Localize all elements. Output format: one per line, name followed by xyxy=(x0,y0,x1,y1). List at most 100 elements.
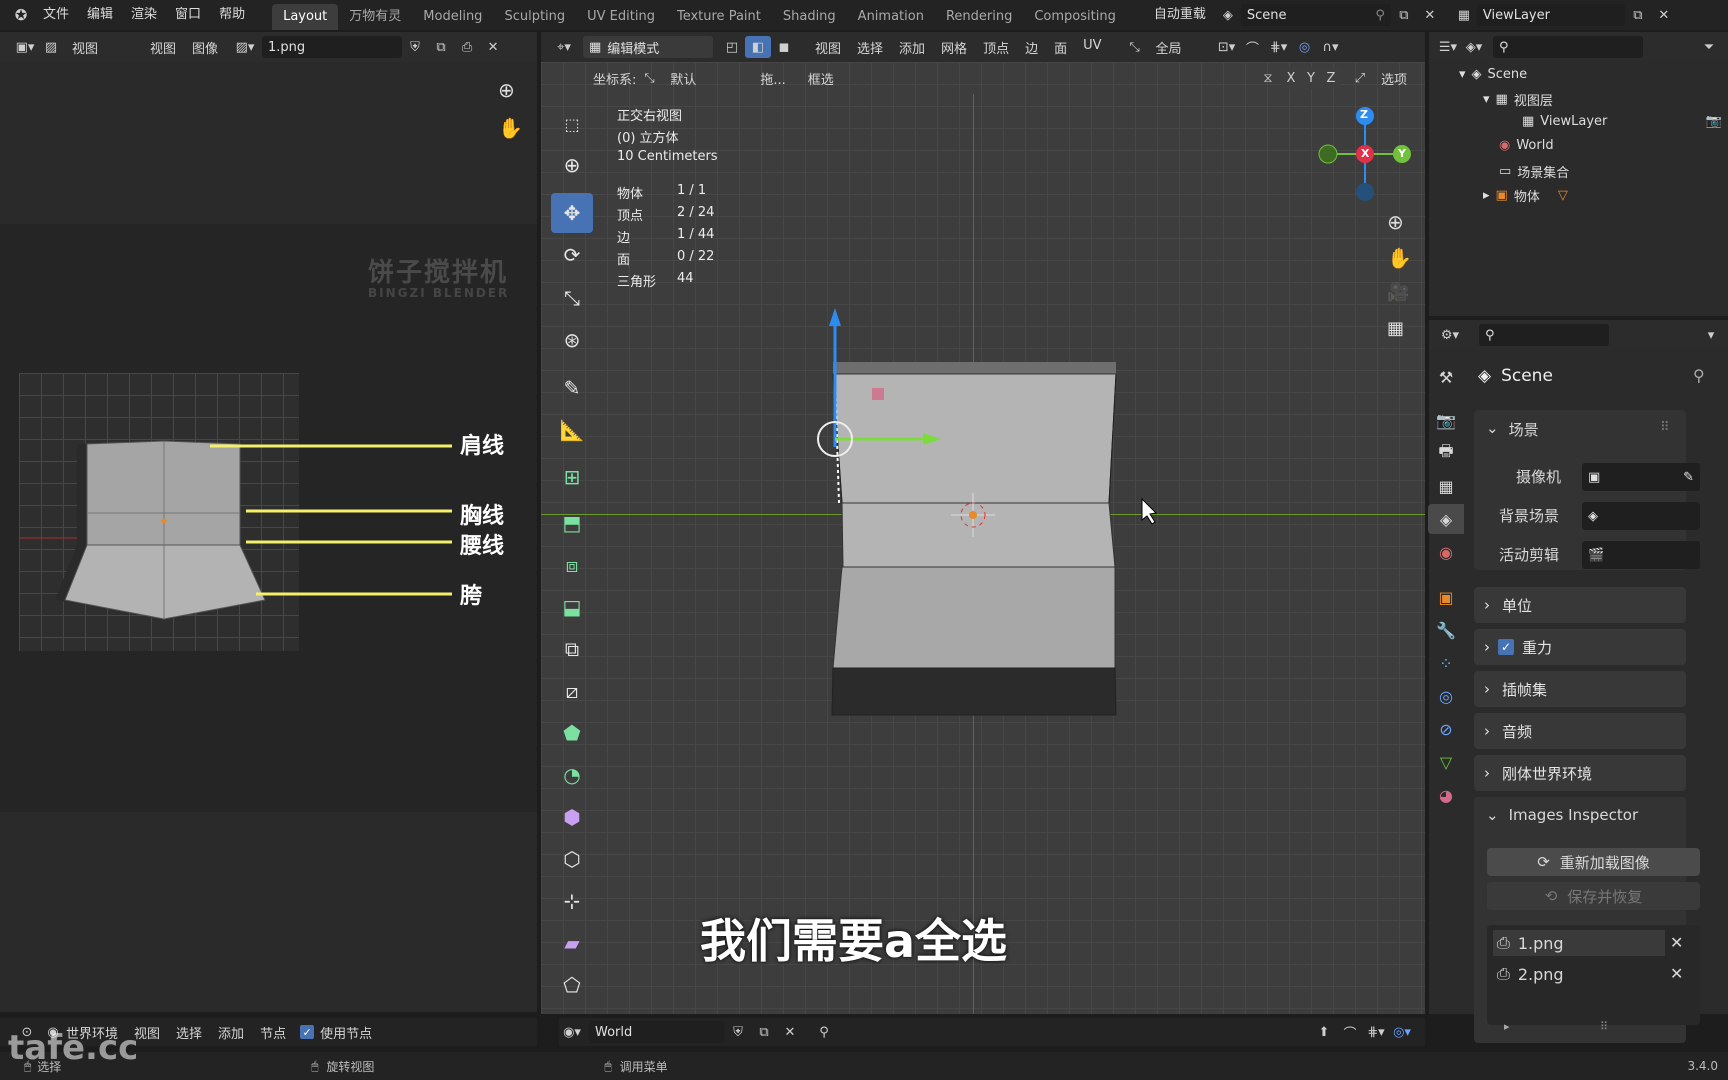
constraints-tab-icon[interactable]: ⊘ xyxy=(1428,714,1464,744)
data-tab-icon[interactable]: ▽ xyxy=(1428,747,1464,777)
new-image-icon[interactable]: ⧉ xyxy=(428,36,454,58)
save-restore-button[interactable]: ⟲ 保存并恢复 xyxy=(1487,882,1700,910)
menu-add-node[interactable]: 添加 xyxy=(210,1023,252,1042)
properties-options-icon[interactable]: ▾ xyxy=(1698,324,1724,346)
viewport-type-icon[interactable]: ⌖▾ xyxy=(551,36,577,58)
mode-dropdown[interactable]: ▦ 编辑模式 xyxy=(583,36,713,58)
outliner-search[interactable]: ⚲ xyxy=(1493,36,1643,58)
delete-view-layer-icon[interactable]: ✕ xyxy=(1651,4,1677,26)
expand-arrow-icon[interactable]: ▸ xyxy=(1483,188,1490,203)
menu-node[interactable]: 节点 xyxy=(252,1023,294,1042)
orientation-dropdown[interactable]: 全局 xyxy=(1148,38,1214,57)
new-scene-icon[interactable]: ⧉ xyxy=(1391,4,1417,26)
workspace-tab[interactable]: Shading xyxy=(772,4,847,30)
gravity-checkbox[interactable]: ✓ xyxy=(1498,639,1514,655)
object-tab-icon[interactable]: ▣ xyxy=(1428,582,1464,612)
gravity-panel[interactable]: › ✓ 重力 xyxy=(1474,629,1686,665)
physics-tab-icon[interactable]: ◎ xyxy=(1428,681,1464,711)
reload-images-button[interactable]: ⟳ 重新加载图像 xyxy=(1487,848,1700,876)
parent-node-icon[interactable]: ⬆ xyxy=(1311,1021,1337,1043)
workspace-tab[interactable]: Compositing xyxy=(1023,4,1127,30)
view-layer-icon[interactable]: ▦ xyxy=(1451,4,1477,26)
outliner-scene-row[interactable]: ▾ ◈ Scene xyxy=(1459,67,1527,82)
drag-handle-icon[interactable]: ⠿ xyxy=(1660,420,1670,435)
node-editor-area[interactable] xyxy=(0,812,537,1012)
workspace-tab[interactable]: Layout xyxy=(272,4,339,30)
audio-panel[interactable]: › 音频 xyxy=(1474,713,1686,749)
overlay-icon[interactable]: ◎▾ xyxy=(1389,1021,1415,1043)
zoom-view-icon[interactable]: ⊕ xyxy=(1387,210,1404,234)
image-browse-icon[interactable]: ▨▾ xyxy=(232,36,258,58)
delete-scene-icon[interactable]: ✕ xyxy=(1417,4,1443,26)
modifier-tab-icon[interactable]: 🔧 xyxy=(1428,615,1464,645)
properties-type-icon[interactable]: ⚙▾ xyxy=(1437,324,1463,346)
pivot-icon[interactable]: ⊡▾ xyxy=(1214,36,1240,58)
camera-icon[interactable]: 📷 xyxy=(1706,114,1722,129)
face-select-icon[interactable]: ◼ xyxy=(771,36,797,58)
viewport-menu-item[interactable]: 添加 xyxy=(891,38,933,57)
view-layer-tab-icon[interactable]: ▦ xyxy=(1428,471,1464,501)
display-mode-icon[interactable]: ◈▾ xyxy=(1461,36,1487,58)
render-tab-icon[interactable]: 📷 xyxy=(1428,405,1464,435)
properties-search[interactable]: ⚲ xyxy=(1479,324,1609,346)
open-image-icon[interactable]: ⎙ xyxy=(454,36,480,58)
proportional-icon[interactable]: ◎ xyxy=(1292,36,1318,58)
remove-image-icon[interactable]: ✕ xyxy=(1670,933,1683,952)
expand-arrow-icon[interactable]: ▾ xyxy=(1459,67,1466,82)
ortho-toggle-icon[interactable]: ▦ xyxy=(1387,318,1404,339)
unlink-image-icon[interactable]: ✕ xyxy=(480,36,506,58)
pin-icon[interactable]: ⚲ xyxy=(1375,8,1385,23)
properties-pin-icon[interactable]: ⚲ xyxy=(1693,366,1705,385)
workspace-tab[interactable]: 万物有灵 xyxy=(338,4,412,30)
edge-select-icon[interactable]: ◧ xyxy=(745,36,771,58)
image-name-field[interactable]: 1.png xyxy=(262,36,403,58)
top-menu-item[interactable]: 窗口 xyxy=(166,0,210,30)
workspace-tab[interactable]: Rendering xyxy=(935,4,1023,30)
world-fake-user-icon[interactable]: ⛨ xyxy=(725,1021,751,1043)
viewport-menu-item[interactable]: 面 xyxy=(1046,38,1075,57)
filter-icon[interactable]: ⏷ xyxy=(1696,36,1722,58)
workspace-tab[interactable]: UV Editing xyxy=(576,4,666,30)
images-inspector-header[interactable]: ⌄ Images Inspector xyxy=(1486,806,1638,824)
fake-user-icon[interactable]: ⛨ xyxy=(402,36,428,58)
viewport-menu-item[interactable]: UV xyxy=(1075,38,1109,57)
outliner-viewlayer-row[interactable]: ▦ ViewLayer 📷 xyxy=(1522,114,1722,129)
vertex-select-icon[interactable]: ◰ xyxy=(719,36,745,58)
view-layer-field[interactable]: ViewLayer xyxy=(1476,4,1625,26)
world-name-field[interactable]: World xyxy=(589,1021,725,1043)
active-clip-field[interactable]: 🎬 xyxy=(1582,541,1700,569)
scene-field[interactable]: Scene ⚲ xyxy=(1240,4,1391,26)
particles-tab-icon[interactable]: ⁘ xyxy=(1428,648,1464,678)
list-expand-icon[interactable]: ▸ xyxy=(1504,1020,1510,1033)
remove-image-icon[interactable]: ✕ xyxy=(1670,964,1683,983)
new-view-layer-icon[interactable]: ⧉ xyxy=(1625,4,1651,26)
menu-select-node[interactable]: 选择 xyxy=(168,1023,210,1042)
output-tab-icon[interactable]: 🖶 xyxy=(1428,438,1464,468)
image-list-item[interactable]: ⎙ 2.png xyxy=(1493,961,1665,987)
rigid-world-panel[interactable]: › 刚体世界环境 xyxy=(1474,755,1686,791)
blender-logo-icon[interactable]: ✪ xyxy=(8,4,34,26)
zoom-icon[interactable]: ⊕ xyxy=(498,78,515,102)
auto-reload-label[interactable]: 自动重载 xyxy=(1145,0,1215,30)
world-unlink-icon[interactable]: ✕ xyxy=(777,1021,803,1043)
editor-type-icon[interactable]: ▣▾ xyxy=(12,36,38,58)
pan-view-icon[interactable]: ✋ xyxy=(1387,246,1412,270)
snap-icon[interactable]: ⌒ xyxy=(1240,36,1266,58)
world-tab-icon[interactable]: ◉ xyxy=(1428,537,1464,567)
node-snap-icon[interactable]: ⌒ xyxy=(1337,1021,1363,1043)
units-panel[interactable]: › 单位 xyxy=(1474,587,1686,623)
hand-icon[interactable]: ✋ xyxy=(498,116,523,140)
scene-icon[interactable]: ◈ xyxy=(1215,4,1241,26)
menu-image[interactable]: 图像 xyxy=(184,38,226,57)
material-tab-icon[interactable]: ◕ xyxy=(1428,780,1464,810)
outliner-object-row[interactable]: ▸ ▣ 物体 ▽ xyxy=(1483,186,1568,205)
viewport-menu-item[interactable]: 顶点 xyxy=(975,38,1017,57)
camera-field[interactable]: ▣ ✎ xyxy=(1582,463,1700,491)
viewport-menu-item[interactable]: 视图 xyxy=(807,38,849,57)
eyedropper-icon[interactable]: ✎ xyxy=(1683,470,1694,485)
workspace-tab[interactable]: Sculpting xyxy=(493,4,576,30)
camera-view-icon[interactable]: 🎥 xyxy=(1387,282,1409,303)
top-menu-item[interactable]: 编辑 xyxy=(78,0,122,30)
image-mode-icon[interactable]: ▨ xyxy=(38,36,64,58)
node-snap-target-icon[interactable]: ⋕▾ xyxy=(1363,1021,1389,1043)
